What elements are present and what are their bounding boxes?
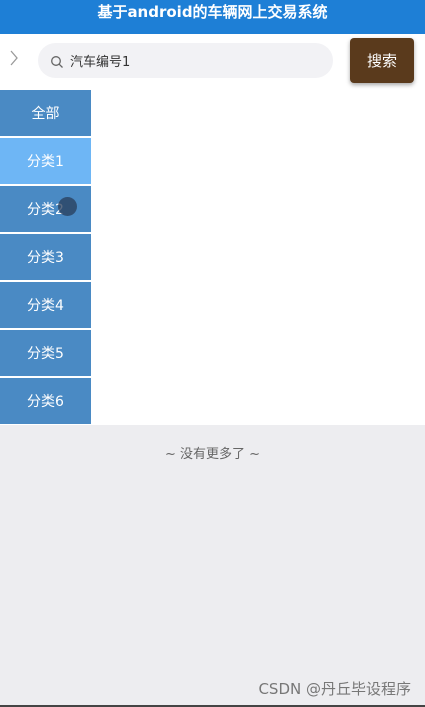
list-footer: ~ 没有更多了 ~ CSDN @丹丘毕设程序 [0, 425, 425, 707]
app-screen: 基于android的车辆网上交易系统 搜索 全部 分类1 分类2 分类3 分类 [0, 0, 425, 707]
app-title: 基于android的车辆网上交易系统 [97, 3, 328, 21]
category-item-2[interactable]: 分类2 [0, 186, 91, 232]
category-sidebar: 全部 分类1 分类2 分类3 分类4 分类5 分类6 [0, 90, 91, 426]
no-more-text: ~ 没有更多了 ~ [164, 447, 261, 462]
category-item-3[interactable]: 分类3 [0, 234, 91, 280]
category-item-5[interactable]: 分类5 [0, 330, 91, 376]
touch-indicator [58, 197, 77, 216]
search-box[interactable] [38, 43, 333, 78]
chevron-right-icon[interactable] [8, 48, 24, 70]
search-icon [50, 54, 64, 68]
category-item-4[interactable]: 分类4 [0, 282, 91, 328]
search-input[interactable] [70, 53, 310, 68]
category-item-1[interactable]: 分类1 [0, 138, 91, 184]
category-item-6[interactable]: 分类6 [0, 378, 91, 424]
title-bar: 基于android的车辆网上交易系统 [0, 0, 425, 34]
search-row: 搜索 [0, 34, 425, 90]
category-item-all[interactable]: 全部 [0, 90, 91, 136]
watermark: CSDN @丹丘毕设程序 [258, 680, 411, 698]
product-list [91, 90, 425, 425]
search-button[interactable]: 搜索 [350, 38, 414, 83]
